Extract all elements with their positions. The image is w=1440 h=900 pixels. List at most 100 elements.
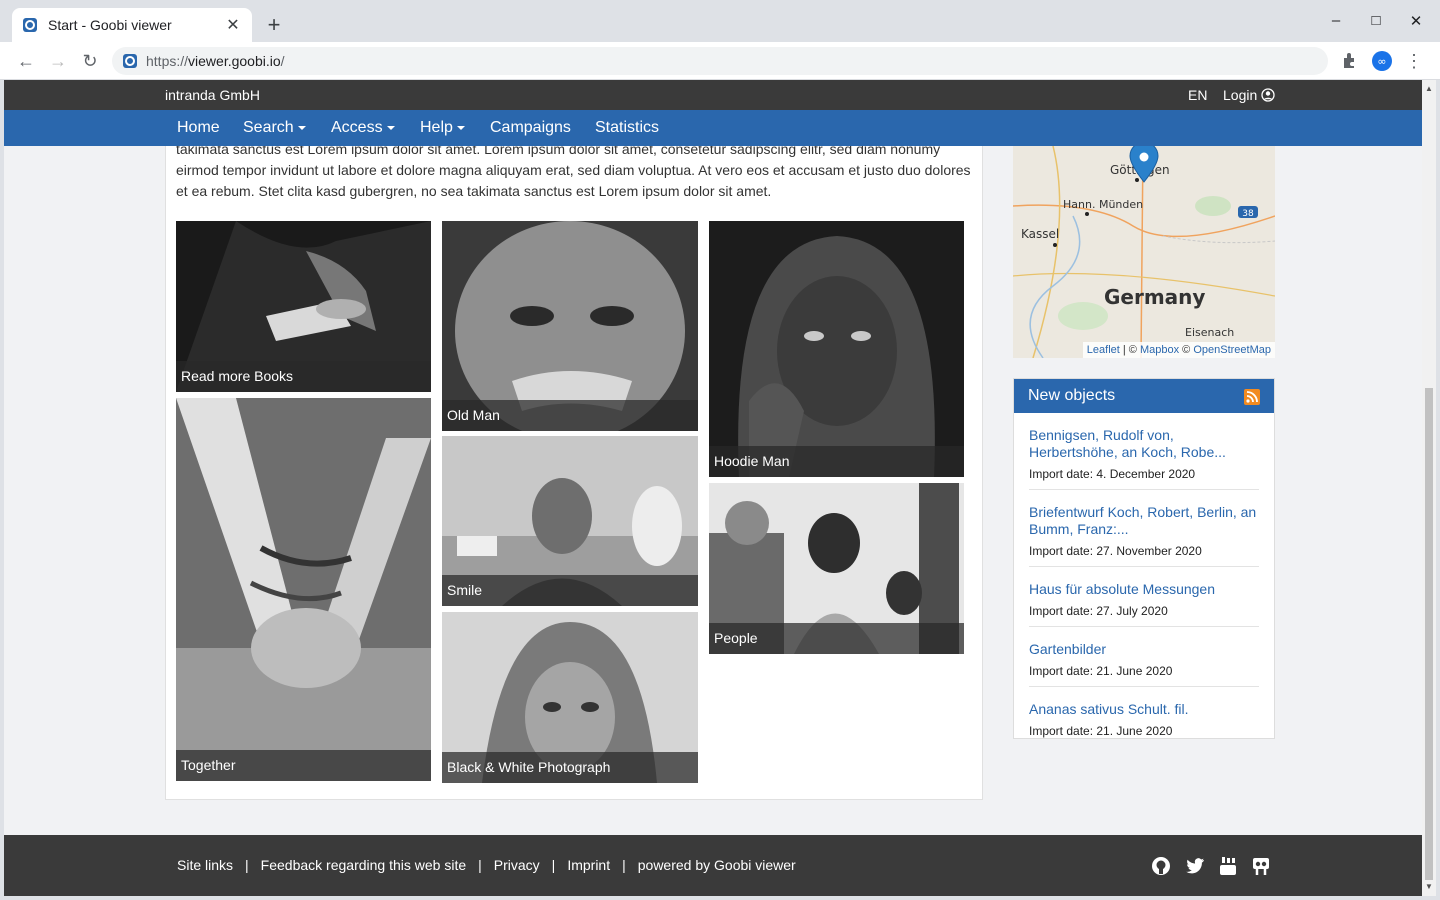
map-tiles: 38 Göttingen Hann. Münden Kassel Germany… [1013, 146, 1275, 358]
browser-tab[interactable]: Start - Goobi viewer ✕ [12, 8, 252, 42]
new-tab-icon[interactable]: + [262, 12, 286, 38]
scroll-down-icon[interactable]: ▼ [1422, 880, 1436, 894]
user-icon [1261, 88, 1275, 102]
login-label: Login [1223, 87, 1258, 103]
object-title-link[interactable]: Haus für absolute Messungen [1029, 581, 1259, 598]
scroll-up-icon[interactable]: ▲ [1422, 82, 1436, 96]
close-window-icon[interactable]: ✕ [1406, 12, 1426, 30]
footer: Site links | Feedback regarding this web s… [4, 835, 1422, 896]
footer-site-links[interactable]: Site links [177, 857, 233, 873]
slideshare-icon[interactable] [1250, 855, 1272, 877]
footer-privacy[interactable]: Privacy [494, 857, 540, 873]
object-title-link[interactable]: Ananas sativus Schult. fil. [1029, 701, 1259, 718]
back-icon[interactable]: ← [16, 51, 36, 71]
main-content-card: takimata sanctus est Lorem ipsum dolor s… [165, 120, 983, 800]
import-date: Import date: 4. December 2020 [1029, 467, 1196, 481]
browser-tab-bar: Start - Goobi viewer ✕ + – □ ✕ [0, 0, 1440, 42]
tile-caption: Hoodie Man [709, 446, 964, 477]
map-label-kassel: Kassel [1021, 227, 1059, 241]
widget-title: New objects [1028, 387, 1116, 404]
new-objects-widget: New objects Bennigsen, Rudolf von, Herbe… [1013, 378, 1275, 739]
gallery-tile-smile[interactable]: Smile [442, 436, 698, 606]
extensions-icon[interactable] [1340, 51, 1360, 71]
nav-campaigns[interactable]: Campaigns [490, 119, 571, 137]
gallery-tile-together[interactable]: Together [176, 398, 431, 781]
nav-help[interactable]: Help [420, 119, 465, 137]
object-title-link[interactable]: Bennigsen, Rudolf von, Herbertshöhe, an … [1029, 427, 1259, 461]
footer-links: Site links | Feedback regarding this web s… [177, 857, 796, 873]
location-map[interactable]: 38 Göttingen Hann. Münden Kassel Germany… [1013, 146, 1275, 358]
gallery-tile-hoodie-man[interactable]: Hoodie Man [709, 221, 964, 477]
page-viewport: intranda GmbH EN Login takimata sanctus … [4, 80, 1422, 896]
browser-toolbar: ← → ↻ https://viewer.goobi.io/ ∞ ⋮ [0, 42, 1440, 80]
import-date: Import date: 27. November 2020 [1029, 544, 1202, 558]
close-tab-icon[interactable]: ✕ [224, 15, 242, 35]
map-label-germany: Germany [1104, 285, 1205, 309]
nav-statistics[interactable]: Statistics [595, 119, 659, 137]
main-navigation: Home Search Access Help Campaigns Statis… [4, 110, 1422, 146]
gallery-tile-black-white-photograph[interactable]: Black & White Photograph [442, 612, 698, 783]
list-item: Briefentwurf Koch, Robert, Berlin, an Bu… [1029, 490, 1259, 567]
nav-access[interactable]: Access [331, 119, 395, 137]
tile-caption: Black & White Photograph [442, 752, 698, 783]
map-attribution: Leaflet | © Mapbox © OpenStreetMap [1082, 342, 1275, 358]
scrollbar-thumb[interactable] [1425, 388, 1433, 880]
leaflet-link[interactable]: Leaflet [1087, 344, 1120, 356]
rss-feed-icon[interactable] [1244, 389, 1260, 405]
import-date: Import date: 27. July 2020 [1029, 604, 1168, 618]
list-item: Bennigsen, Rudolf von, Herbertshöhe, an … [1029, 413, 1259, 490]
road-number-label: 38 [1242, 209, 1254, 219]
login-link[interactable]: Login [1223, 87, 1275, 103]
hoodie-man-photo [709, 221, 964, 477]
nav-home[interactable]: Home [177, 119, 220, 137]
nav-search[interactable]: Search [243, 119, 306, 137]
menu-kebab-icon[interactable]: ⋮ [1404, 51, 1424, 71]
footer-feedback[interactable]: Feedback regarding this web site [261, 857, 466, 873]
mapbox-link[interactable]: Mapbox [1140, 344, 1179, 356]
svg-text:∞: ∞ [1377, 55, 1386, 68]
openstreetmap-link[interactable]: OpenStreetMap [1193, 344, 1271, 356]
map-label-eisenach: Eisenach [1185, 326, 1234, 339]
github-icon[interactable] [1150, 855, 1172, 877]
object-title-link[interactable]: Briefentwurf Koch, Robert, Berlin, an Bu… [1029, 504, 1259, 538]
chevron-down-icon [386, 125, 395, 130]
brand-name: intranda GmbH [165, 87, 260, 103]
forward-icon[interactable]: → [48, 51, 68, 71]
import-date: Import date: 21. June 2020 [1029, 724, 1173, 738]
import-date: Import date: 21. June 2020 [1029, 664, 1173, 678]
gallery-tile-old-man[interactable]: Old Man [442, 221, 698, 431]
chevron-down-icon [297, 125, 306, 130]
tab-title: Start - Goobi viewer [48, 17, 172, 33]
maximize-icon[interactable]: □ [1366, 12, 1386, 29]
tile-caption: Together [176, 750, 431, 781]
list-item: Haus für absolute Messungen Import date:… [1029, 567, 1259, 627]
address-bar[interactable]: https://viewer.goobi.io/ [112, 47, 1328, 75]
top-bar: intranda GmbH EN Login [4, 80, 1422, 110]
url-text: https://viewer.goobi.io/ [146, 53, 285, 69]
tile-caption: Smile [442, 575, 698, 606]
profile-extension-icon[interactable]: ∞ [1372, 51, 1392, 71]
chevron-down-icon [456, 125, 465, 130]
list-item: Gartenbilder Import date: 21. June 2020 [1029, 627, 1259, 687]
object-title-link[interactable]: Gartenbilder [1029, 641, 1259, 658]
goobi-favicon-icon [23, 18, 37, 32]
reload-icon[interactable]: ↻ [80, 51, 100, 71]
gallery-tile-people[interactable]: People [709, 483, 964, 654]
tile-caption: Old Man [442, 400, 698, 431]
site-favicon-icon [123, 54, 137, 68]
tile-caption: Read more Books [176, 361, 431, 392]
page-scrollbar[interactable]: ▲ ▼ [1422, 80, 1436, 896]
minimize-icon[interactable]: – [1326, 12, 1346, 29]
widget-header: New objects [1014, 379, 1274, 413]
together-photo [176, 398, 431, 781]
list-item: Ananas sativus Schult. fil. Import date:… [1029, 687, 1259, 746]
map-label-hann-muenden: Hann. Münden [1063, 198, 1143, 211]
intro-paragraph: takimata sanctus est Lorem ipsum dolor s… [176, 141, 971, 199]
youtube-icon[interactable] [1217, 855, 1239, 877]
footer-imprint[interactable]: Imprint [567, 857, 610, 873]
tile-caption: People [709, 623, 964, 654]
footer-powered-by[interactable]: powered by Goobi viewer [638, 857, 796, 873]
gallery-tile-read-more-books[interactable]: Read more Books [176, 221, 431, 392]
twitter-icon[interactable] [1184, 855, 1206, 877]
language-switch[interactable]: EN [1188, 87, 1207, 103]
